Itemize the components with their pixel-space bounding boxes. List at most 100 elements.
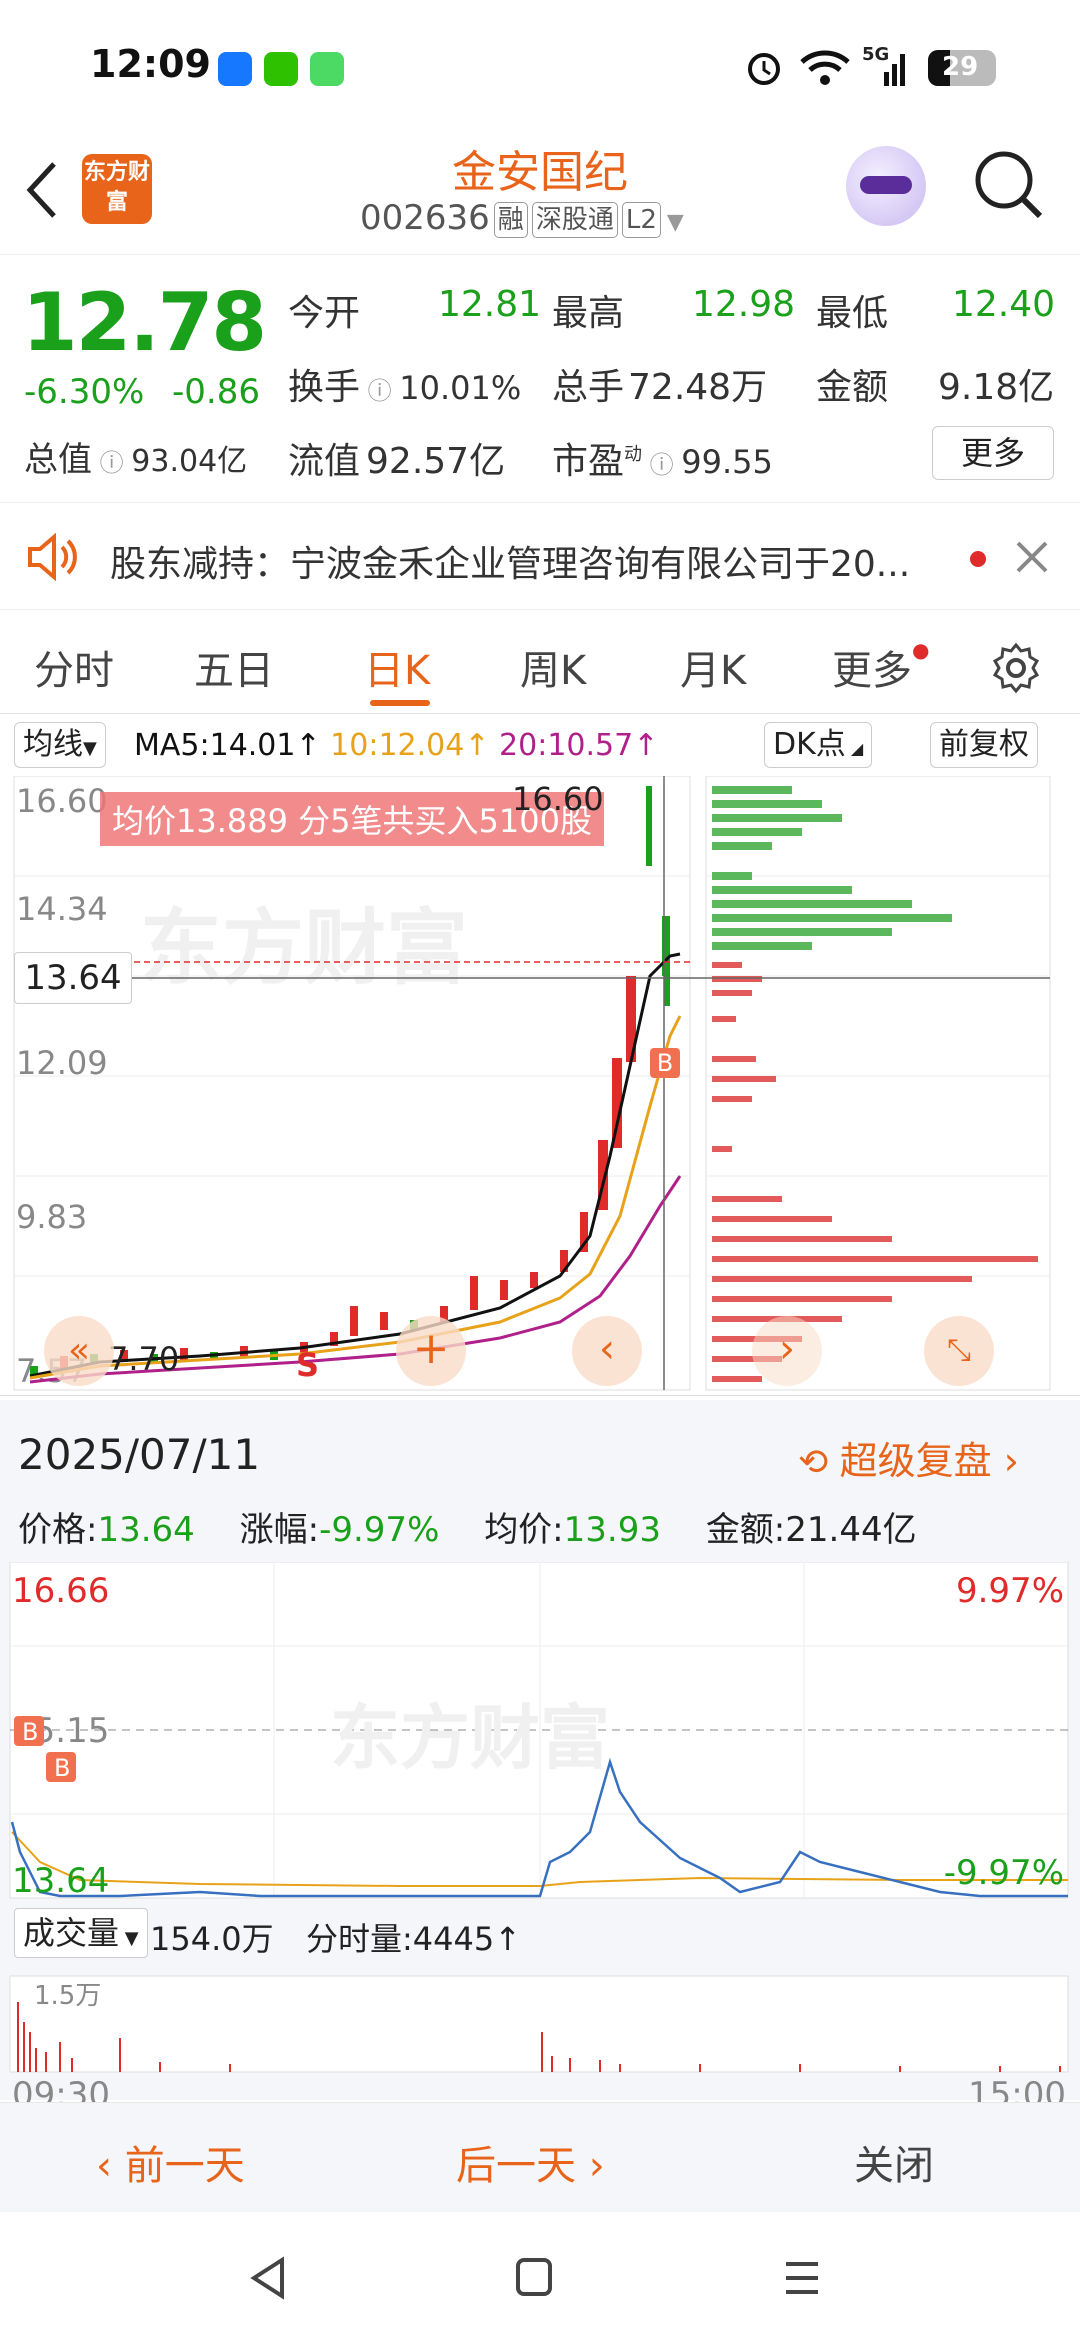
super-review-link[interactable]: ⟲ 超级复盘 › [798,1430,1019,1485]
intraday-date: 2025/07/11 [18,1430,261,1479]
dk-points-button[interactable]: DK点 ◢ [764,722,873,768]
float-label: 流值 92.57亿 [288,441,506,482]
pe-label: 市盈动 ⓘ 99.55 [552,441,773,482]
ma5-value: MA5:14.01↑ [134,728,321,763]
intraday-amount: 21.44亿 [785,1510,917,1550]
intraday-y-top: 16.66 [12,1571,109,1611]
dropdown-icon: ▼ [666,210,684,235]
intraday-panel: 2025/07/11 ⟲ 超级复盘 › 价格:13.64 涨幅:-9.97% 均… [0,1400,1080,2102]
low-marker: 7.70 [108,1340,180,1378]
app-notification-icon [218,52,252,86]
high-label: 最高 [552,293,625,334]
buy-marker-b2-text: B [54,1754,70,1782]
volume-label: 总手 72.48万 [552,367,768,408]
tab-weekly-k[interactable]: 周K [520,638,586,696]
system-nav-bar [0,2212,1080,2344]
stock-code-line[interactable]: 002636 融深股通 L2 ▼ [360,198,684,238]
intraday-summary: 价格:13.64 涨幅:-9.97% 均价:13.93 金额:21.44亿 [18,1510,917,1550]
next-candle-button[interactable]: › [752,1316,822,1386]
time-start: 09:30 [12,2075,110,2102]
kline-watermark: 东方财富 [140,901,468,996]
tab-five-day[interactable]: 五日 [194,638,274,696]
high-value: 12.98 [692,284,796,325]
nav-home-icon[interactable] [514,2256,554,2300]
amount-value: 9.18亿 [938,367,1055,408]
tag-margin: 融 [493,201,528,238]
open-value: 12.81 [438,284,542,325]
stock-code: 002636 [360,198,490,238]
notice-bar[interactable]: 股东减持：宁波金禾企业管理咨询有限公司于20... [0,502,1080,610]
indicator-select[interactable]: 均线▼ [14,722,106,768]
ma-legend: MA5:14.01↑ 10:12.04↑ 20:10.57↑ [134,728,658,763]
robot-avatar-icon[interactable] [846,146,926,226]
volume-axis-label: 1.5万 [34,1981,101,2011]
intraday-price: 13.64 [97,1510,195,1550]
buy-marker-b1-text: B [22,1718,38,1746]
intraday-pct-bottom: -9.97% [944,1853,1064,1893]
status-time: 12:09 [90,42,211,86]
adjust-button[interactable]: 前复权 [930,722,1038,768]
tab-monthly-k[interactable]: 月K [680,638,746,696]
next-day-button[interactable]: 后一天 › [456,2133,605,2191]
high-marker: 16.60 [512,780,604,818]
volume-indicator-select[interactable]: 成交量 ▼ [14,1908,148,1958]
settings-gear-icon[interactable] [990,642,1042,694]
tag-l2: L2 [621,201,661,238]
y-tick-4: 9.83 [16,1198,87,1236]
search-icon[interactable] [972,148,1046,222]
prev-day-button[interactable]: ‹ 前一天 [96,2133,245,2191]
prev-candle-button[interactable]: ‹ [572,1316,642,1386]
battery-icon: 29 [928,50,996,86]
crosshair-price-label: 13.64 [14,952,132,1004]
speaker-icon [28,533,77,581]
kline-toolbar: 均线▼ MA5:14.01↑ 10:12.04↑ 20:10.57↑ DK点 ◢… [0,716,1080,776]
battery-level: 29 [942,52,979,82]
rewind-button[interactable]: « [44,1316,114,1386]
intraday-change: -9.97% [319,1510,440,1550]
float-value: 92.57亿 [366,441,506,482]
change-amount: -0.86 [172,372,260,412]
y-tick-1: 16.60 [16,782,108,820]
open-label: 今开 [288,293,361,334]
tab-daily-k[interactable]: 日K [364,638,430,696]
intraday-y-bottom: 13.64 [12,1861,109,1901]
fullscreen-icon[interactable]: ⤡ [924,1316,994,1386]
intraday-pct-top: 9.97% [956,1571,1064,1611]
alarm-icon [748,53,780,85]
day-nav-footer: ‹ 前一天 后一天 › 关闭 [0,2102,1080,2212]
low-value: 12.40 [952,284,1056,325]
nav-back-icon[interactable] [248,2256,288,2300]
signal-icon [884,54,905,86]
unread-dot [970,551,986,567]
time-end: 15:00 [968,2075,1066,2102]
notice-text[interactable]: 股东减持：宁波金禾企业管理咨询有限公司于20... [110,535,910,587]
nav-menu-icon[interactable] [782,2256,822,2300]
close-icon[interactable] [1014,539,1050,575]
wifi-icon [800,50,850,85]
change-percent: -6.30% [24,372,145,412]
turnover-label: 换手 ⓘ 10.01% [288,367,522,408]
pe-value: 99.55 [681,443,773,481]
low-label: 最低 [816,293,889,334]
more-quote-button[interactable]: 更多 [932,426,1054,480]
kline-canvas: 东方财富 16.60 14.34 12.09 9.83 7.57 [13,775,1051,1391]
mktcap-label: 总值 ⓘ 93.04亿 [24,440,248,480]
current-price: 12.78 [22,276,267,369]
buy-marker: B [650,1048,680,1078]
tab-more[interactable]: 更多● [832,638,929,696]
volume-total: 154.0万 [150,1920,274,1958]
mktcap-value: 93.04亿 [131,444,248,479]
stock-header: 东方财富 金安国纪 002636 融深股通 L2 ▼ [0,130,1080,255]
zoom-in-button[interactable]: + [396,1316,466,1386]
volume-value: 72.48万 [628,367,768,408]
intraday-watermark: 东方财富 [330,1697,610,1779]
tag-connect: 深股通 [531,201,618,238]
tab-intraday[interactable]: 分时 [34,638,114,696]
intraday-avg: 13.93 [563,1510,661,1550]
status-bar: 12:09 5G 29 [0,0,1080,130]
active-tab-indicator [370,700,430,706]
close-button[interactable]: 关闭 [854,2133,934,2191]
volume-tick: 分时量:4445↑ [306,1920,522,1958]
intraday-chart[interactable]: 东方财富 16.66 15.15 13.64 9.97% -9.97% B B … [0,1562,1080,2102]
kline-chart[interactable]: 东方财富 16.60 14.34 12.09 9.83 7.57 [0,775,1080,1396]
